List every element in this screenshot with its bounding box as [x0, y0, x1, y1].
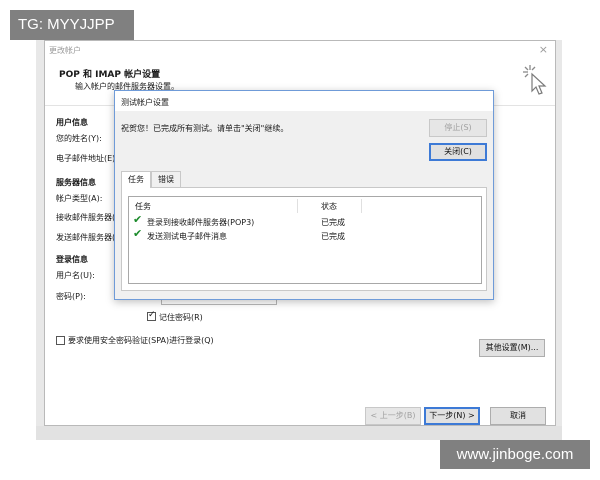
- column-divider: [297, 199, 298, 213]
- click-cursor-icon: [523, 65, 547, 95]
- header-title: POP 和 IMAP 帐户设置: [59, 70, 161, 80]
- incoming-server-label: 接收邮件服务器(I: [56, 213, 118, 222]
- task-status: 已完成: [321, 218, 345, 227]
- column-header-task[interactable]: 任务: [135, 201, 151, 212]
- checkmark-icon: ✔: [133, 227, 143, 240]
- test-account-settings-dialog: 测试帐户设置 祝贺您！已完成所有测试。请单击"关闭"继续。 停止(S) 关闭(C…: [114, 90, 494, 300]
- spa-label: 要求使用安全密码验证(SPA)进行登录(Q): [68, 336, 214, 345]
- login-info-heading: 登录信息: [56, 255, 88, 264]
- task-status: 已完成: [321, 232, 345, 241]
- test-complete-message: 祝贺您！已完成所有测试。请单击"关闭"继续。: [121, 124, 289, 133]
- checkmark-icon: ✔: [133, 213, 143, 226]
- background-left-edge: [36, 40, 44, 440]
- remember-password-checkbox[interactable]: [147, 310, 156, 321]
- test-dialog-title: 测试帐户设置: [121, 98, 169, 107]
- email-label: 电子邮件地址(E): [56, 154, 116, 163]
- password-label: 密码(P):: [56, 292, 86, 301]
- name-label: 您的姓名(Y):: [56, 134, 102, 143]
- column-divider: [361, 199, 362, 213]
- background-right-edge: [556, 40, 562, 440]
- server-info-heading: 服务器信息: [56, 178, 96, 187]
- cancel-button[interactable]: 取消: [490, 407, 546, 425]
- test-dialog-titlebar: [115, 91, 493, 111]
- column-header-status[interactable]: 状态: [321, 201, 337, 212]
- tasks-panel: 任务 状态 ✔ 登录到接收邮件服务器(POP3) 已完成 ✔ 发送测试电子邮件消…: [121, 187, 487, 291]
- task-list: 任务 状态 ✔ 登录到接收邮件服务器(POP3) 已完成 ✔ 发送测试电子邮件消…: [128, 196, 482, 284]
- dialog-title: 更改帐户: [49, 46, 81, 55]
- outgoing-server-label: 发送邮件服务器(O: [56, 233, 122, 242]
- list-item[interactable]: ✔ 发送测试电子邮件消息 已完成: [133, 227, 473, 244]
- tab-errors[interactable]: 错误: [151, 171, 181, 187]
- more-settings-button[interactable]: 其他设置(M)...: [479, 339, 545, 357]
- account-type-label: 帐户类型(A):: [56, 194, 103, 203]
- close-button[interactable]: 关闭(C): [429, 143, 487, 161]
- back-button[interactable]: < 上一步(B): [365, 407, 421, 425]
- remember-password-label: 记住密码(R): [159, 313, 203, 322]
- stop-button[interactable]: 停止(S): [429, 119, 487, 137]
- spa-checkbox[interactable]: [56, 336, 65, 345]
- next-button[interactable]: 下一步(N) >: [424, 407, 480, 425]
- user-info-heading: 用户信息: [56, 118, 88, 127]
- list-item[interactable]: ✔ 登录到接收邮件服务器(POP3) 已完成: [133, 213, 473, 230]
- close-icon[interactable]: ×: [539, 43, 548, 56]
- watermark-bottom: www.jinboge.com: [440, 440, 590, 469]
- background-bottom-edge: [36, 426, 562, 440]
- tab-tasks[interactable]: 任务: [121, 171, 151, 188]
- task-name: 登录到接收邮件服务器(POP3): [147, 218, 255, 227]
- task-name: 发送测试电子邮件消息: [147, 232, 227, 241]
- username-label: 用户名(U):: [56, 271, 95, 280]
- watermark-top: TG: MYYJJPP: [10, 10, 134, 40]
